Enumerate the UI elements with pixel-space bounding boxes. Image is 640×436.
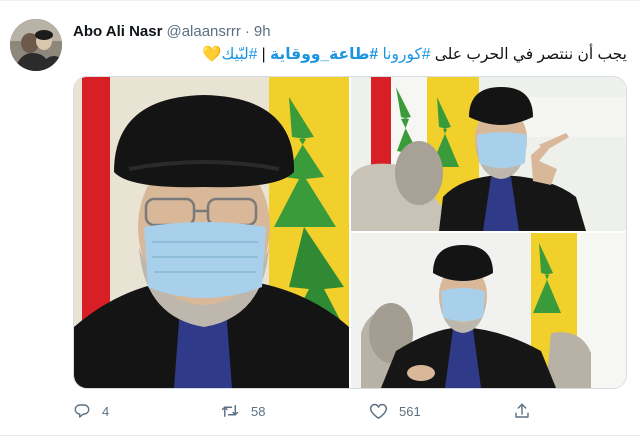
- tweet-card[interactable]: Abo Ali Nasr @alaansrrr · 9h يجب أن ننتص…: [0, 0, 640, 436]
- photo-3[interactable]: [351, 233, 626, 388]
- retweet-count: 58: [251, 403, 266, 419]
- photo-2[interactable]: [351, 77, 626, 231]
- hashtag-obedience-prevention[interactable]: #طاعة_ووقاية: [270, 46, 378, 63]
- reply-icon: [74, 404, 90, 418]
- tweet-text: يجب أن ننتصر في الحرب على #كورونا #طاعة_…: [73, 44, 627, 66]
- text-divider: |: [257, 46, 271, 63]
- like-button[interactable]: 561: [369, 399, 421, 423]
- tweet-text-main: يجب أن ننتصر في الحرب على: [430, 46, 627, 63]
- yellow-heart-emoji: 💛: [202, 46, 222, 63]
- reply-count: 4: [102, 403, 110, 419]
- like-count: 561: [399, 403, 421, 419]
- retweet-button[interactable]: 58: [220, 399, 265, 423]
- separator-dot: ·: [244, 22, 250, 40]
- tweet-actions: 4 58 561: [73, 399, 553, 423]
- avatar[interactable]: [10, 19, 62, 71]
- hashtag-corona[interactable]: #كورونا: [382, 46, 430, 63]
- reply-button[interactable]: 4: [73, 399, 109, 423]
- retweet-icon: [221, 405, 239, 417]
- tweet-timestamp[interactable]: 9h: [254, 23, 271, 40]
- user-handle[interactable]: @alaansrrr: [166, 23, 240, 40]
- share-button[interactable]: [513, 399, 531, 423]
- hashtag-labbayk[interactable]: #لبّيك: [222, 46, 258, 63]
- like-icon: [369, 403, 388, 419]
- display-name[interactable]: Abo Ali Nasr: [73, 23, 162, 40]
- tweet-header: Abo Ali Nasr @alaansrrr · 9h: [73, 21, 271, 41]
- photo-1[interactable]: [74, 77, 349, 388]
- share-icon: [515, 403, 529, 418]
- media-grid: [73, 76, 627, 389]
